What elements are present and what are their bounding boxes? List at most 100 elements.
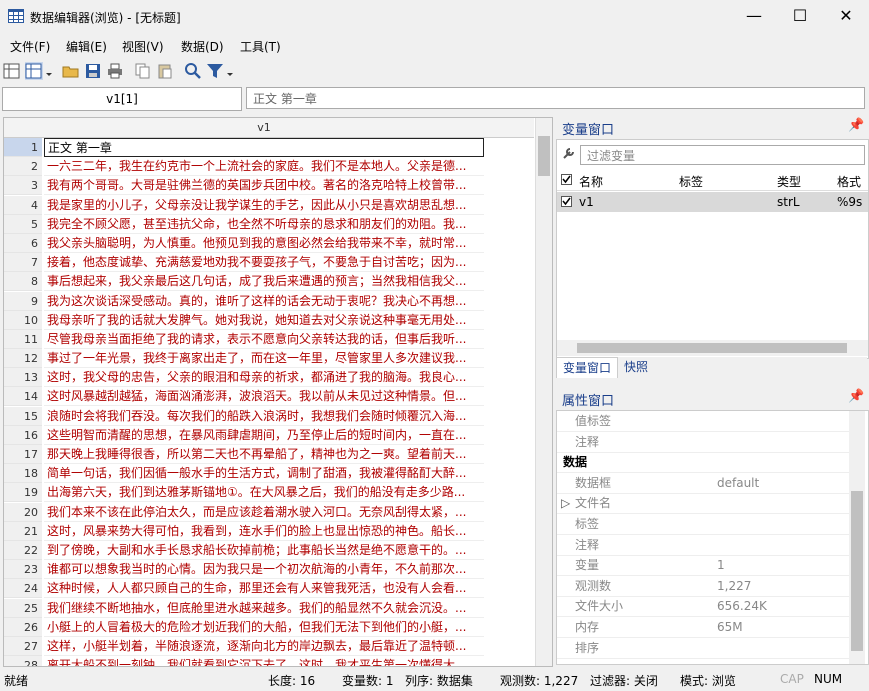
property-row[interactable]: 值标签 xyxy=(557,411,849,432)
property-row[interactable]: 内存 65M xyxy=(557,617,849,638)
table-row[interactable]: 18 简单一句话，我们因循一般水手的生活方式，调制了甜酒，我被灌得酩酊大醉... xyxy=(4,464,534,484)
table-row[interactable]: 5 我完全不顾父愿，甚至违抗父命，也全然不听母亲的恳求和朋友们的劝阻。我... xyxy=(4,214,534,234)
row-number[interactable]: 13 xyxy=(4,368,42,388)
paste-icon[interactable] xyxy=(156,62,174,80)
table-row[interactable]: 8 事后想起来，我父亲最后这几句话，成了我后来遭遇的预言；当然我相信我父... xyxy=(4,272,534,292)
tab-variables[interactable]: 变量窗口 xyxy=(556,357,619,378)
row-number[interactable]: 7 xyxy=(4,253,42,273)
property-row[interactable]: 变量 1 xyxy=(557,555,849,577)
table-cell[interactable]: 出海第六天，我们到达雅茅斯锚地①。在大风暴之后，我们的船没有走多少路... xyxy=(44,483,484,503)
table-cell[interactable]: 我有两个哥哥。大哥是驻佛兰德的英国步兵团中校。著名的洛克哈特上校曾带... xyxy=(44,176,484,196)
table-cell[interactable]: 那天晚上我睡得很香，所以第二天也不再晕船了，精神也为之一爽。望着前天... xyxy=(44,445,484,464)
row-number[interactable]: 2 xyxy=(4,157,42,177)
table-cell[interactable]: 我父亲头脑聪明，为人慎重。他预见到我的意图必然会给我带来不幸，就时常... xyxy=(44,234,484,253)
table-cell[interactable]: 这些明智而清醒的思想，在暴风雨肆虐期间，乃至停止后的短时间内，一直在... xyxy=(44,426,484,445)
table-cell[interactable]: 简单一句话，我们因循一般水手的生活方式，调制了甜酒，我被灌得酩酊大醉... xyxy=(44,464,484,484)
table-row[interactable]: 25 我们继续不断地抽水，但底舱里进水越来越多。我们的船显然不久就会沉没。... xyxy=(4,598,534,618)
table-row[interactable]: 16 这些明智而清醒的思想，在暴风雨肆虐期间，乃至停止后的短时间内，一直在... xyxy=(4,425,534,445)
table-row[interactable]: 28 离开大船不到一刻钟，我们就看到它沉下去了。这时，我才平生第一次懂得大... xyxy=(4,656,534,666)
table-row[interactable]: 15 浪随时会将我们吞没。每次我们的船跌入浪涡时，我想我们会随时倾覆沉入海... xyxy=(4,406,534,426)
table-row[interactable]: 12 事过了一年光景，我终于离家出走了，而在这一年里，尽管家里人多次建议我... xyxy=(4,349,534,369)
table-cell[interactable]: 我母亲听了我的话就大发脾气。她对我说，她知道去对父亲说这种事毫无用处... xyxy=(44,311,484,330)
table-cell[interactable]: 这时，风暴来势大得可怕，我看到，连水手们的脸上也显出惊恐的神色。船长... xyxy=(44,522,484,541)
table-row[interactable]: 21 这时，风暴来势大得可怕，我看到，连水手们的脸上也显出惊恐的神色。船长... xyxy=(4,521,534,541)
property-row[interactable]: 标签 xyxy=(557,514,849,535)
table-row[interactable]: 17 那天晚上我睡得很香，所以第二天也不再晕船了，精神也为之一爽。望着前天... xyxy=(4,445,534,464)
table-cell[interactable]: 事过了一年光景，我终于离家出走了，而在这一年里，尽管家里人多次建议我... xyxy=(44,349,484,369)
variables-horizontal-scrollbar[interactable] xyxy=(557,340,868,356)
scroll-thumb[interactable] xyxy=(538,136,550,176)
table-row[interactable]: 11 尽管我母亲当面拒绝了我的请求，表示不愿意向父亲转达我的话，但事后我听... xyxy=(4,329,534,349)
table-cell[interactable]: 这时，我父母的忠告，父亲的眼泪和母亲的祈求，都涌进了我的脑海。我良心... xyxy=(44,368,484,388)
maximize-button[interactable]: ☐ xyxy=(777,0,823,34)
table-row[interactable]: 2 一六三二年，我生在约克市一个上流社会的家庭。我们不是本地人。父亲是德... xyxy=(4,157,534,177)
expand-icon[interactable]: ▷ xyxy=(561,493,570,513)
row-number[interactable]: 6 xyxy=(4,233,42,253)
row-number[interactable]: 1 xyxy=(4,138,42,157)
table-cell[interactable]: 谁都可以想象我当时的心情。因为我只是一个初次航海的小青年，不久前那次... xyxy=(44,560,484,580)
table-cell[interactable]: 小艇上的人冒着极大的危险才划近我们的大船，但我们无法下到他们的小艇，... xyxy=(44,618,484,637)
row-number[interactable]: 8 xyxy=(4,272,42,292)
row-number[interactable]: 24 xyxy=(4,579,42,599)
menu-file[interactable]: 文件(F) xyxy=(10,38,50,55)
table-row[interactable]: 27 这样，小艇半划着，半随浪逐流，逐渐向北方的岸边飘去，最后靠近了温特顿... xyxy=(4,636,534,656)
property-section[interactable]: 数据 xyxy=(557,452,849,474)
column-header-v1[interactable]: v1 xyxy=(44,121,484,134)
row-number[interactable]: 20 xyxy=(4,502,42,522)
row-number[interactable]: 28 xyxy=(4,656,42,666)
check-all-checkbox[interactable] xyxy=(561,174,572,185)
row-number[interactable]: 14 xyxy=(4,387,42,407)
filter-variables-input[interactable]: 过滤变量 xyxy=(580,145,865,165)
menu-data[interactable]: 数据(D) xyxy=(181,38,224,55)
scroll-thumb[interactable] xyxy=(851,491,863,651)
property-row[interactable]: 数据框 default xyxy=(557,473,849,494)
menu-tools[interactable]: 工具(T) xyxy=(240,38,281,55)
table-row[interactable]: 23 谁都可以想象我当时的心情。因为我只是一个初次航海的小青年，不久前那次... xyxy=(4,560,534,580)
table-row[interactable]: 22 到了傍晚，大副和水手长恳求船长砍掉前桅；此事船长当然是绝不愿意干的。... xyxy=(4,540,534,560)
row-number[interactable]: 27 xyxy=(4,636,42,656)
table-cell[interactable]: 我是家里的小儿子，父母亲没让我学谋生的手艺，因此从小只是喜欢胡思乱想... xyxy=(44,196,484,215)
table-cell[interactable]: 正文 第一章 xyxy=(44,138,484,157)
save-icon[interactable] xyxy=(84,62,102,80)
header-name[interactable]: 名称 xyxy=(579,173,603,190)
row-number[interactable]: 16 xyxy=(4,425,42,445)
table-row[interactable]: 19 出海第六天，我们到达雅茅斯锚地①。在大风暴之后，我们的船没有走多少路... xyxy=(4,483,534,503)
table-row[interactable]: 10 我母亲听了我的话就大发脾气。她对我说，她知道去对父亲说这种事毫无用处... xyxy=(4,310,534,330)
row-number[interactable]: 18 xyxy=(4,464,42,484)
row-number[interactable]: 21 xyxy=(4,521,42,541)
menu-edit[interactable]: 编辑(E) xyxy=(66,38,107,55)
table-cell[interactable]: 我们本来不该在此停泊太久，而是应该趁着潮水驶入河口。无奈风刮得太紧，... xyxy=(44,503,484,522)
table-cell[interactable]: 这样，小艇半划着，半随浪逐流，逐渐向北方的岸边飘去，最后靠近了温特顿... xyxy=(44,637,484,656)
row-number[interactable]: 4 xyxy=(4,195,42,215)
filter-icon[interactable] xyxy=(206,62,224,80)
table-row[interactable]: 24 这种时候，人人都只顾自己的生命，那里还会有人来管我死活，也没有人会看... xyxy=(4,579,534,599)
menu-view[interactable]: 视图(V) xyxy=(122,38,164,55)
table-cell[interactable]: 我为这次谈话深受感动。真的，谁听了这样的话会无动于衷呢？我决心不再想... xyxy=(44,292,484,311)
property-row[interactable]: ▷ 文件名 xyxy=(557,493,849,515)
open-icon[interactable] xyxy=(62,62,80,80)
pin-icon[interactable]: 📌 xyxy=(848,389,864,404)
print-icon[interactable] xyxy=(106,62,124,80)
dropdown-icon[interactable] xyxy=(44,62,54,80)
browse-mode-icon[interactable] xyxy=(25,62,43,80)
table-cell[interactable]: 这种时候，人人都只顾自己的生命，那里还会有人来管我死活，也没有人会看... xyxy=(44,579,484,599)
properties-scrollbar[interactable] xyxy=(849,411,865,664)
variable-row[interactable]: v1 strL %9s xyxy=(557,192,868,212)
table-row[interactable]: 1 正文 第一章 xyxy=(4,138,534,157)
row-number[interactable]: 11 xyxy=(4,329,42,349)
table-row[interactable]: 13 这时，我父母的忠告，父亲的眼泪和母亲的祈求，都涌进了我的脑海。我良心... xyxy=(4,368,534,388)
row-number[interactable]: 25 xyxy=(4,598,42,618)
header-format[interactable]: 格式 xyxy=(837,173,861,190)
table-cell[interactable]: 我完全不顾父愿，甚至违抗父命，也全然不听母亲的恳求和朋友们的劝阻。我... xyxy=(44,215,484,234)
copy-icon[interactable] xyxy=(134,62,152,80)
header-label[interactable]: 标签 xyxy=(679,173,703,190)
row-number[interactable]: 3 xyxy=(4,176,42,196)
table-cell[interactable]: 到了傍晚，大副和水手长恳求船长砍掉前桅；此事船长当然是绝不愿意干的。... xyxy=(44,541,484,560)
grid-vertical-scrollbar[interactable] xyxy=(535,118,552,666)
row-number[interactable]: 17 xyxy=(4,445,42,464)
table-cell[interactable]: 接着，他态度诚挚、充满慈爱地劝我不要耍孩子气，不要急于自讨苦吃；因为... xyxy=(44,253,484,273)
tab-snapshots[interactable]: 快照 xyxy=(618,357,654,377)
table-row[interactable]: 3 我有两个哥哥。大哥是驻佛兰德的英国步兵团中校。著名的洛克哈特上校曾带... xyxy=(4,176,534,196)
row-number[interactable]: 9 xyxy=(4,291,42,311)
table-cell[interactable]: 浪随时会将我们吞没。每次我们的船跌入浪涡时，我想我们会随时倾覆沉入海... xyxy=(44,407,484,426)
